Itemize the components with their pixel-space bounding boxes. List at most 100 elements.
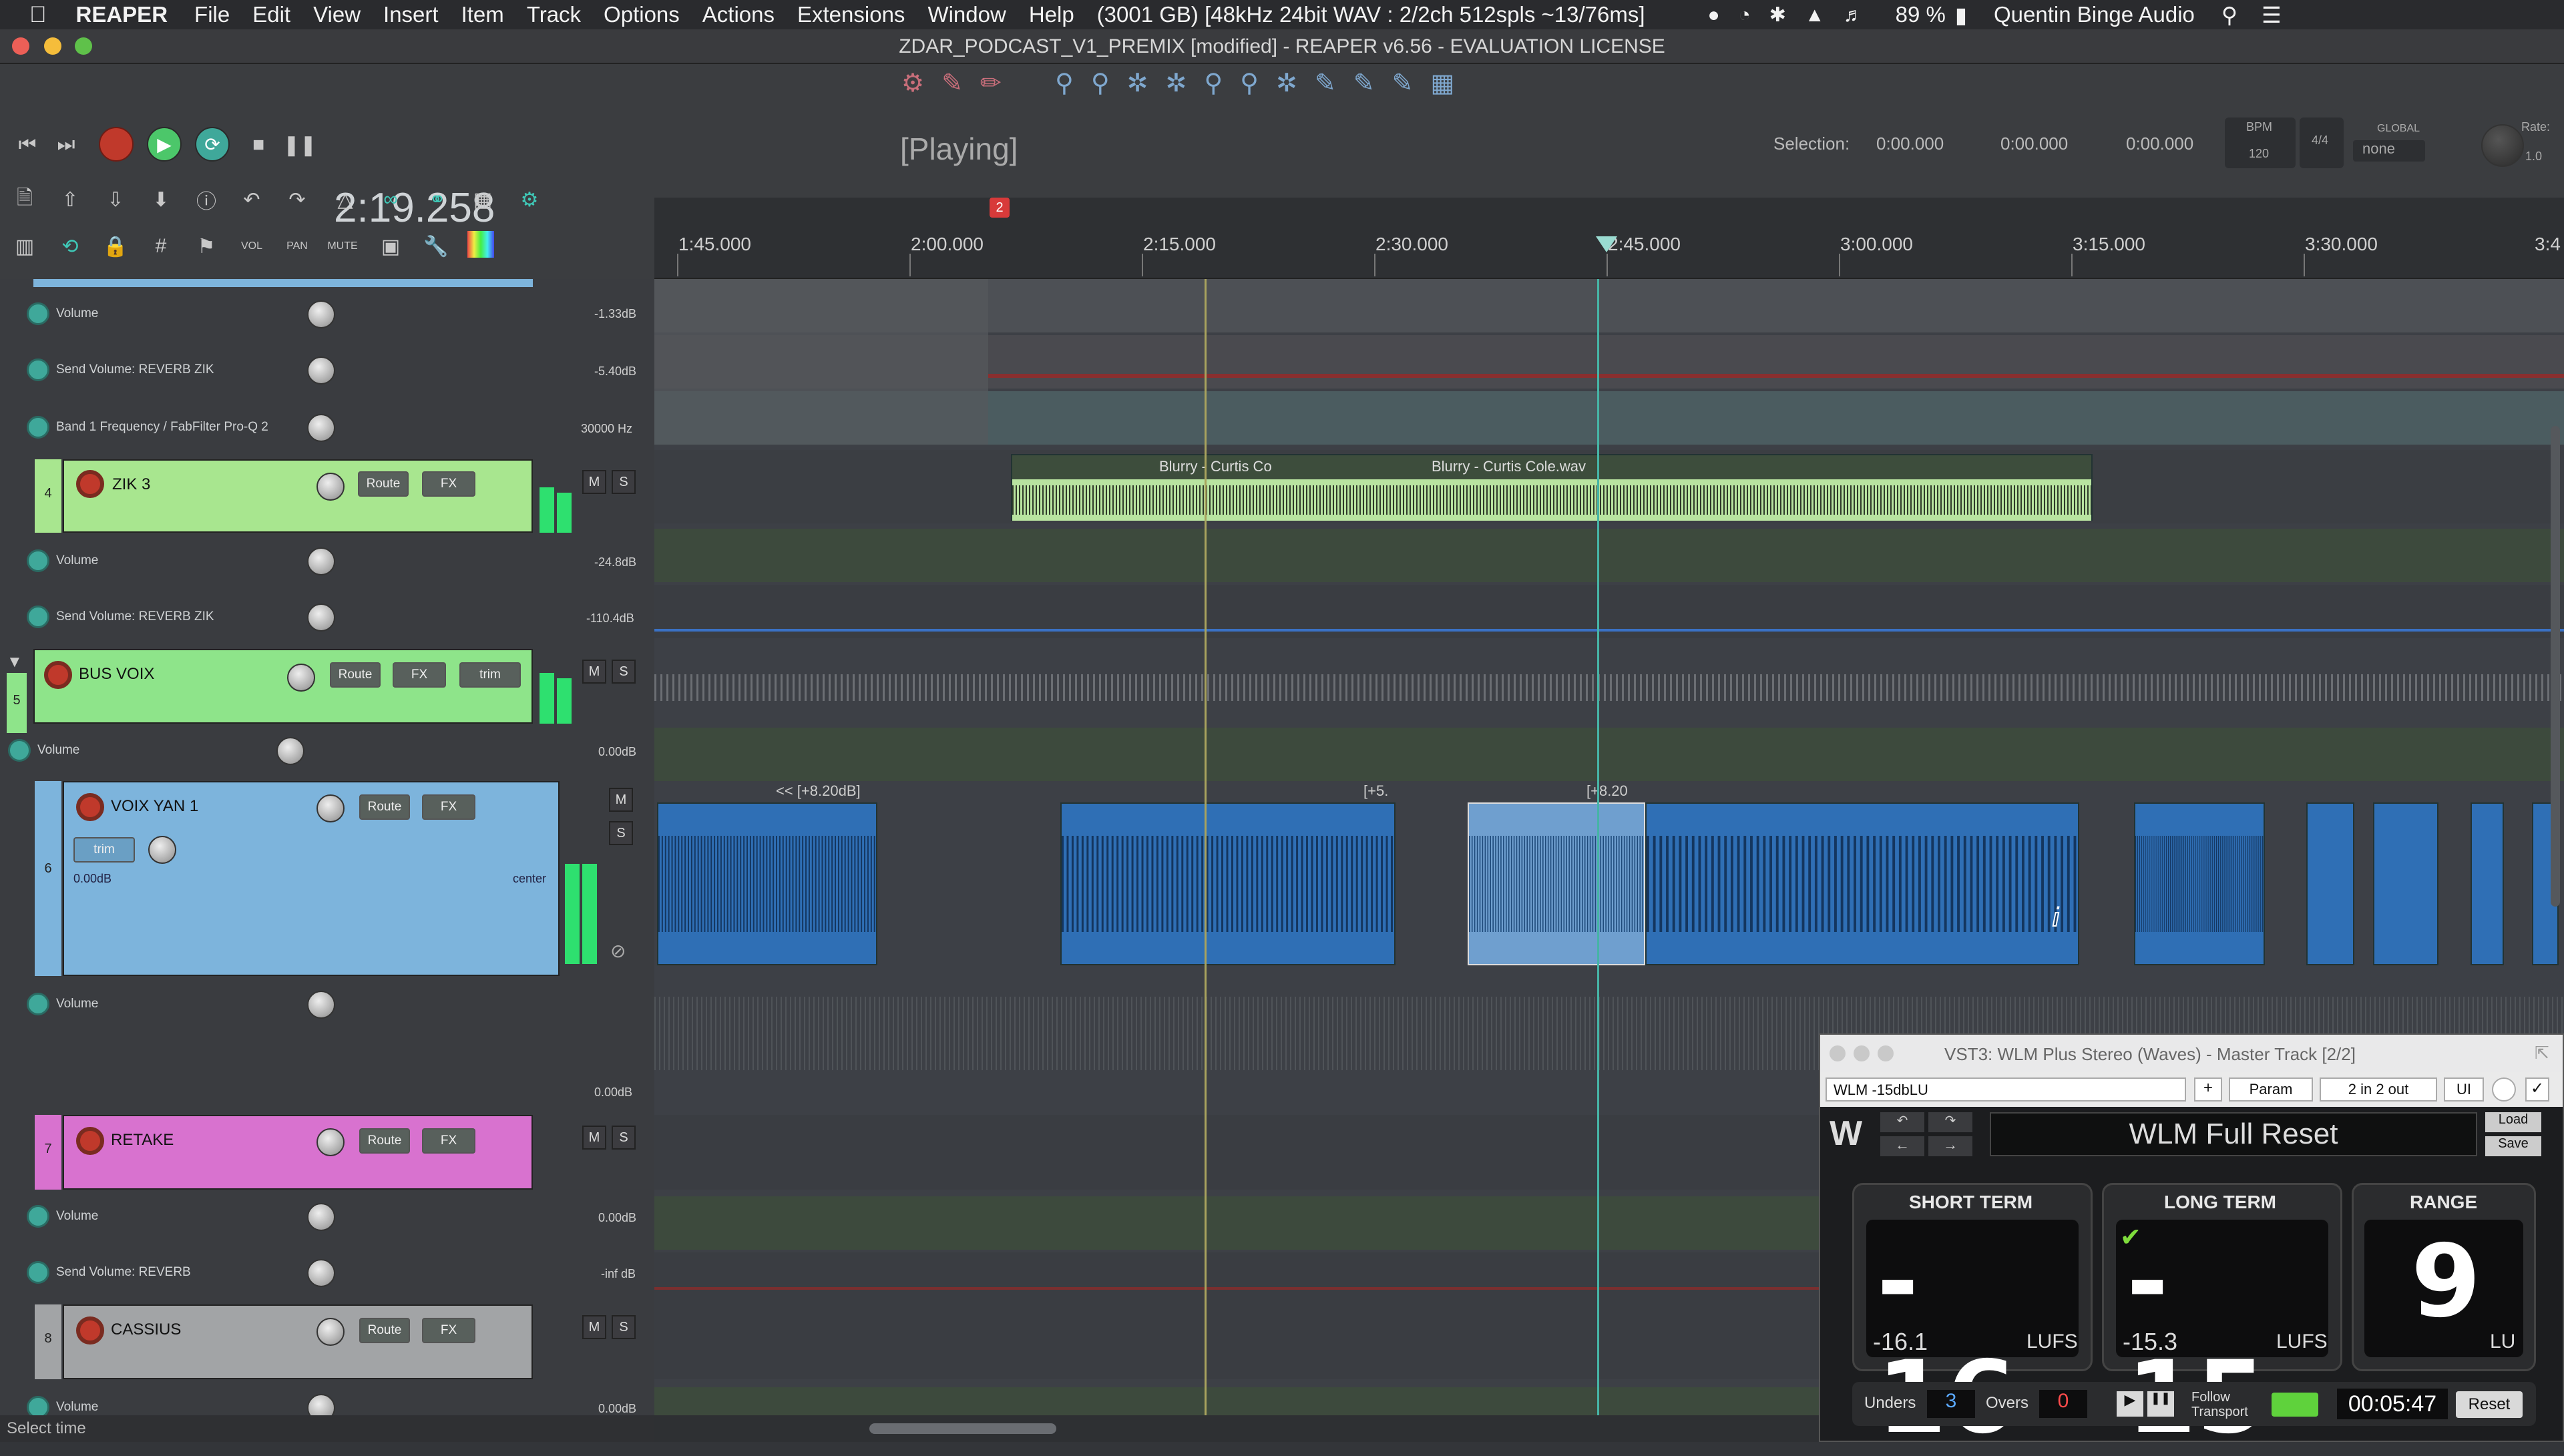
selection-length[interactable]: 0:00.000 [2126,134,2193,154]
solo-button[interactable]: S [612,1126,636,1150]
volume-knob[interactable] [316,794,345,822]
bypass-icon[interactable] [2492,1077,2516,1102]
next-preset-icon[interactable]: → [1928,1136,1972,1156]
io-button[interactable]: 2 in 2 out [2320,1077,2437,1102]
media-item-voix[interactable] [2134,802,2265,965]
track-name[interactable]: BUS VOIX [79,665,154,684]
horizontal-scrollbar[interactable] [654,1415,1819,1442]
vertical-scrollbar[interactable] [2551,426,2560,907]
trim-button[interactable]: trim [73,837,135,863]
record-arm-button[interactable] [76,793,104,821]
fx-button[interactable]: FX [422,471,475,497]
record-arm-button[interactable] [76,1127,104,1155]
envelope-knob[interactable] [307,300,335,328]
track-name[interactable]: VOIX YAN 1 [111,797,198,816]
mute-button[interactable]: M [582,470,606,494]
fx-button[interactable]: FX [422,1318,475,1343]
menu-edit[interactable]: Edit [252,2,290,27]
solo-button[interactable]: S [609,821,633,845]
folder-toggle-icon[interactable]: ▼ [7,653,23,672]
route-button[interactable]: Route [330,662,381,688]
track-name[interactable]: ZIK 3 [112,475,150,494]
global-select[interactable]: none [2353,140,2425,162]
save-button[interactable]: Save [2485,1136,2541,1156]
track-voix-yan-1[interactable]: VOIX YAN 1 Route FX trim 0.00dB center [63,781,560,976]
power-icon[interactable] [27,358,49,381]
render-icon[interactable]: ⬇ [146,184,176,215]
fx-button[interactable]: FX [422,794,475,820]
menu-window[interactable]: Window [927,2,1006,27]
search-icon[interactable]: ⚲ [2221,2,2237,28]
solo-button[interactable]: S [612,660,636,684]
reset-button[interactable]: Reset [2456,1391,2523,1418]
play-icon[interactable]: ▶ [2117,1391,2143,1417]
mute-button[interactable]: M [582,1126,606,1150]
open-project-icon[interactable]: ⇧ [55,184,85,215]
rate-knob[interactable] [2481,124,2524,167]
follow-transport-toggle[interactable] [2272,1393,2318,1417]
undo-icon[interactable]: ↶ [1880,1112,1924,1132]
power-icon[interactable] [27,605,49,628]
save-project-icon[interactable]: ⇩ [100,184,131,215]
zoom-icons[interactable]: ⚲⚲✲✲⚲⚲✲✎✎✎▦ [1055,68,1472,98]
media-explorer-icon[interactable]: ▣ [375,231,406,262]
zoom-window-button[interactable] [75,37,92,55]
redo-icon[interactable]: ↷ [1928,1112,1972,1132]
menu-help[interactable]: Help [1029,2,1074,27]
scroll-thumb[interactable] [869,1423,1056,1434]
add-preset-button[interactable]: + [2194,1077,2222,1102]
menu-actions[interactable]: Actions [702,2,775,27]
mixer-icon[interactable]: ▥ [9,231,40,262]
close-window-button[interactable] [1830,1045,1846,1061]
prev-preset-icon[interactable]: ← [1880,1136,1924,1156]
timesig-box[interactable]: 4/4 [2300,117,2344,168]
loop-button[interactable]: ⟳ [195,127,230,162]
auto-crossfade-icon[interactable]: ⟲ [55,231,85,262]
redo-icon[interactable]: ↷ [282,184,312,215]
ripple-edit-icon[interactable]: ∞ [375,184,406,215]
apple-icon[interactable]:  [29,2,47,28]
menu-options[interactable]: Options [604,2,680,27]
track-bus-voix[interactable]: BUS VOIX Route FX trim [33,649,533,724]
menu-extensions[interactable]: Extensions [797,2,905,27]
grid-icon[interactable]: ▦ [467,184,498,215]
envelope-knob[interactable] [307,414,335,442]
power-icon[interactable] [27,1261,49,1284]
media-item-voix[interactable] [2306,802,2354,965]
trim-button[interactable]: trim [459,662,521,688]
metronome-icon[interactable]: △ [330,184,361,215]
mute-button[interactable]: M [582,660,606,684]
envelope-row[interactable]: Volume [8,730,622,770]
track-retake[interactable]: RETAKE Route FX [63,1115,533,1190]
solo-button[interactable]: S [612,1315,636,1339]
volume-knob[interactable] [287,664,315,692]
track-cassius[interactable]: CASSIUS Route FX [63,1304,533,1379]
color-icon[interactable] [467,231,494,258]
control-center-icon[interactable]: ☰ [2262,2,2282,28]
route-button[interactable]: Route [358,471,409,497]
envelope-knob[interactable] [307,547,335,575]
media-item-voix[interactable] [1060,802,1396,965]
stop-icon[interactable]: ■ [243,130,274,160]
menu-file[interactable]: File [194,2,230,27]
volume-knob[interactable] [316,1128,345,1156]
record-arm-button[interactable] [76,1316,104,1345]
volume-knob[interactable] [316,1318,345,1346]
go-end-icon[interactable]: ⏭ [51,130,81,160]
envelope-knob[interactable] [307,603,335,632]
project-settings-icon[interactable]: ⓘ [191,184,222,215]
timeline-ruler[interactable]: 2 1:45.000 2:00.000 2:15.000 2:30.000 2:… [654,198,2564,279]
enable-checkbox[interactable]: ✓ [2525,1077,2549,1102]
envelope-lane[interactable] [654,728,2564,781]
record-arm-button[interactable] [44,661,72,689]
envelope-knob[interactable] [307,1203,335,1231]
load-button[interactable]: Load [2485,1112,2541,1132]
power-icon[interactable] [27,549,49,572]
playhead-marker[interactable] [1596,236,1617,252]
menu-track[interactable]: Track [527,2,581,27]
media-item-voix-selected[interactable] [1468,802,1645,965]
minimize-window-button[interactable] [1854,1045,1870,1061]
menu-insert[interactable]: Insert [383,2,439,27]
envelope-knob[interactable] [307,991,335,1019]
route-button[interactable]: Route [359,1128,410,1154]
